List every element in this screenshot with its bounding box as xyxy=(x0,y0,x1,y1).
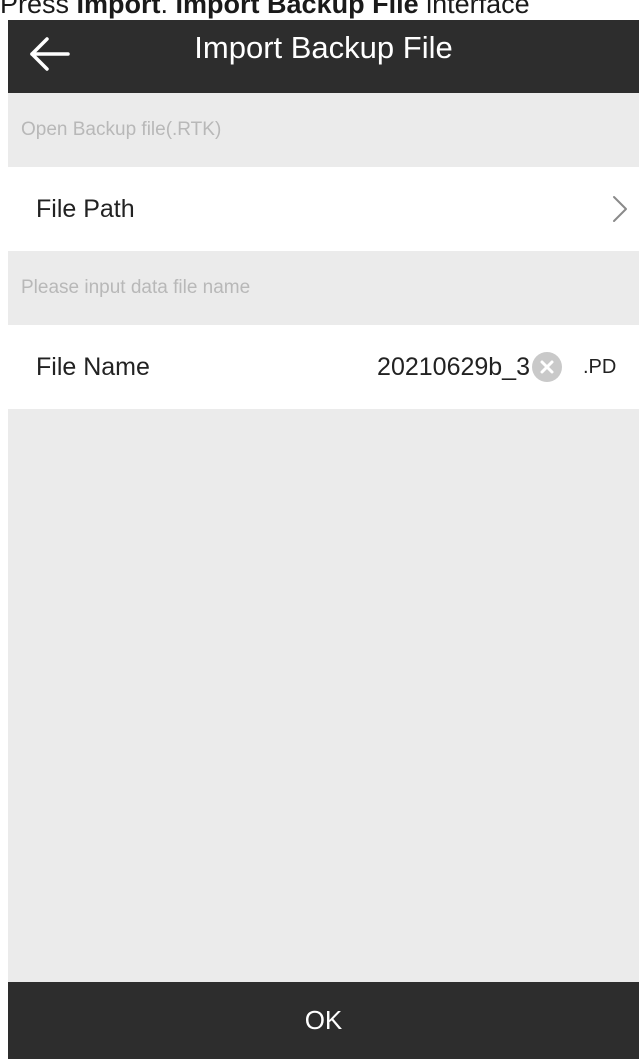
chevron-right-icon xyxy=(613,196,627,222)
open-backup-section-label: Open Backup file(.RTK) xyxy=(21,119,222,140)
app-bar: Import Backup File xyxy=(8,20,639,93)
input-name-section-label: Please input data file name xyxy=(21,277,251,298)
back-button[interactable] xyxy=(22,30,78,82)
phone-screen: Import Backup File Open Backup file(.RTK… xyxy=(8,20,639,1059)
arrow-left-icon xyxy=(30,37,70,71)
caption-bold-import: Import xyxy=(76,0,161,19)
file-name-label: File Name xyxy=(36,353,150,381)
file-extension-label: .PD xyxy=(583,356,617,378)
file-name-row: File Name .PD xyxy=(8,325,639,409)
clear-button[interactable] xyxy=(532,352,562,382)
page-title: Import Backup File xyxy=(194,30,453,65)
file-name-input[interactable] xyxy=(218,343,530,391)
caption-text: Press Import. Import Backup File interfa… xyxy=(0,0,530,20)
caption-mid: . xyxy=(160,0,176,19)
file-path-label: File Path xyxy=(36,195,135,223)
file-path-row[interactable]: File Path xyxy=(8,167,639,251)
caption-strip: Press Import. Import Backup File interfa… xyxy=(0,0,643,20)
clear-circle-icon xyxy=(540,360,554,374)
caption-suffix: interface xyxy=(418,0,530,19)
ok-button[interactable]: OK xyxy=(8,982,639,1059)
caption-prefix: Press xyxy=(0,0,77,19)
caption-bold-title: Import Backup File xyxy=(175,0,419,19)
